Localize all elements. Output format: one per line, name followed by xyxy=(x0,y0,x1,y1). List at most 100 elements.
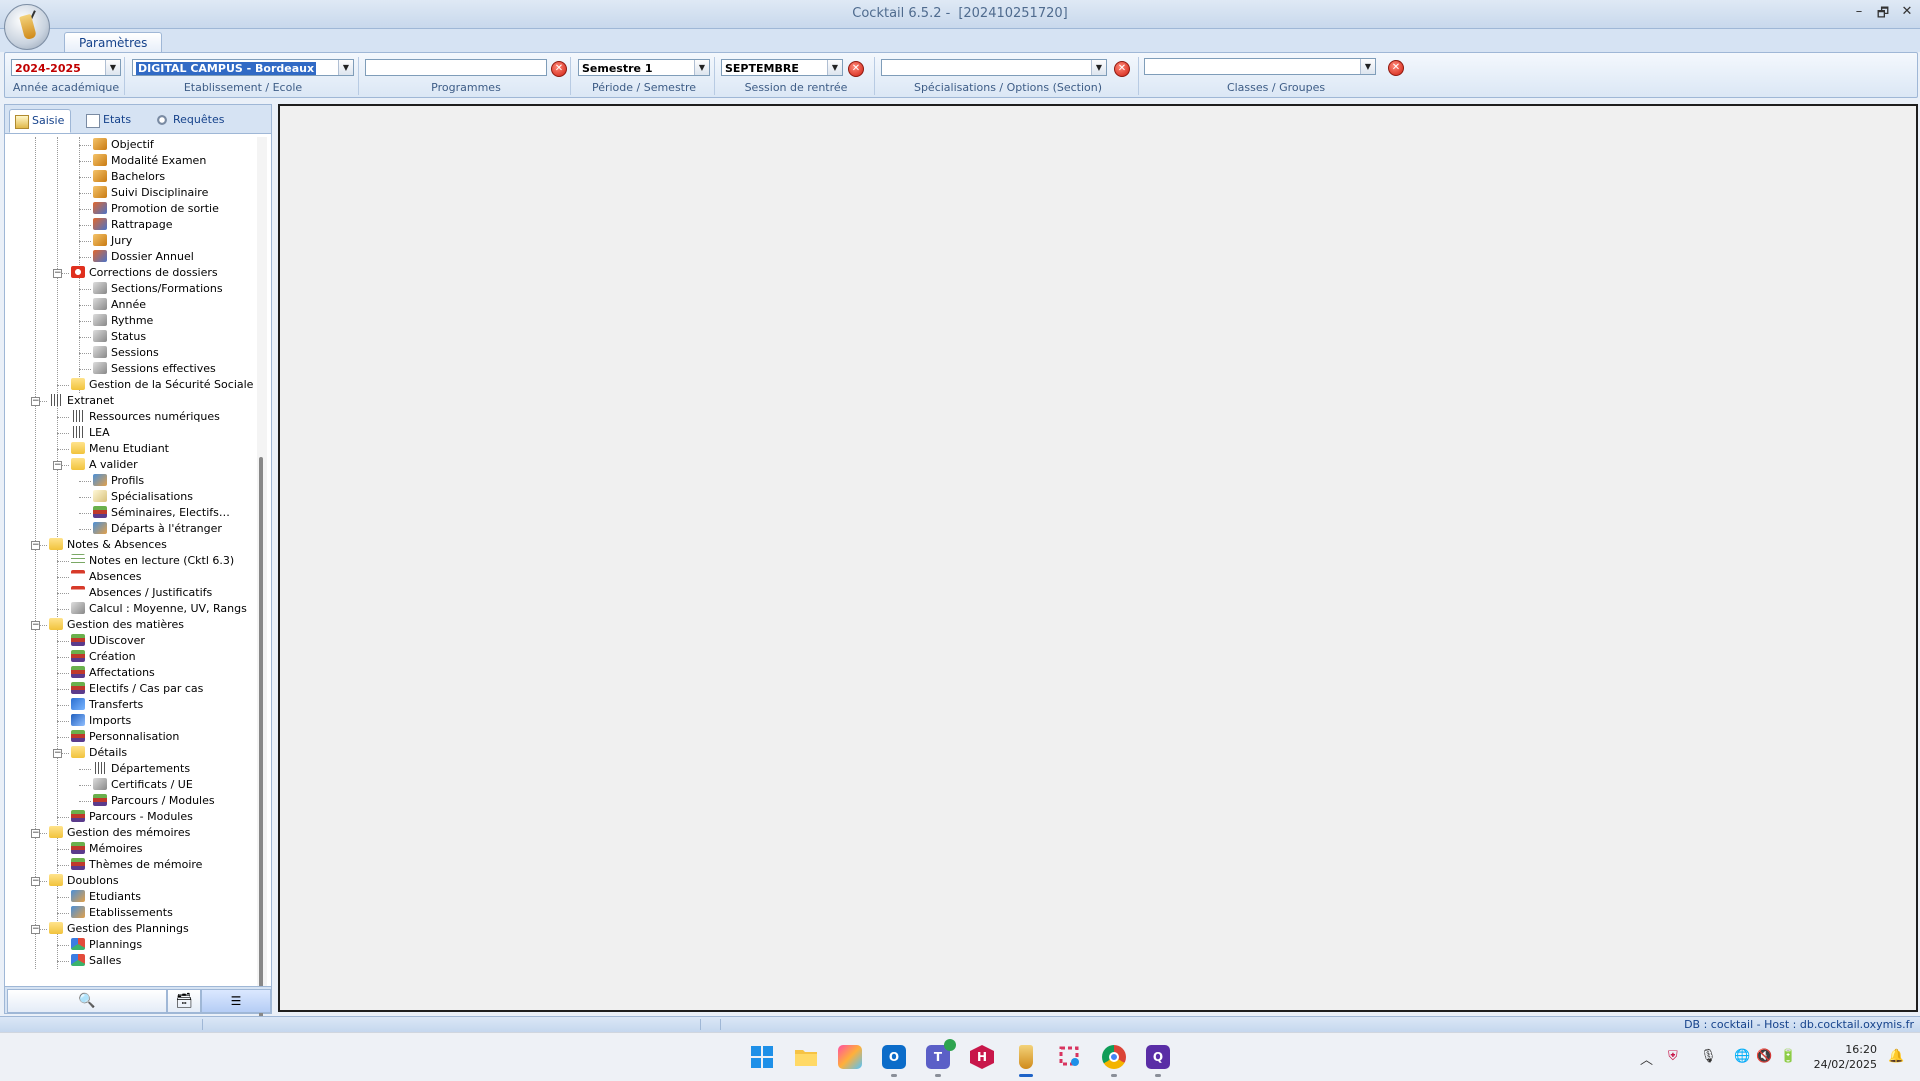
tree-item[interactable]: Détails xyxy=(71,745,127,761)
annee-academique-select[interactable]: 2024-2025 ▼ xyxy=(11,59,121,76)
tree-scrollbar[interactable] xyxy=(257,137,267,1067)
tree-item[interactable]: Sessions xyxy=(93,345,159,361)
tree-item[interactable]: Plannings xyxy=(71,937,142,953)
classes-select[interactable]: ▼ xyxy=(1144,58,1376,75)
etablissement-select[interactable]: DIGITAL CAMPUS - Bordeaux ▼ xyxy=(132,59,354,76)
tree-item[interactable]: Etablissements xyxy=(71,905,173,921)
tree-item[interactable]: Parcours - Modules xyxy=(71,809,193,825)
programmes-input[interactable] xyxy=(365,59,547,76)
tree-item[interactable]: Année xyxy=(93,297,146,313)
chevron-down-icon[interactable]: ▼ xyxy=(105,60,120,75)
tree-item[interactable]: Rythme xyxy=(93,313,153,329)
tree-item[interactable]: Notes en lecture (Cktl 6.3) xyxy=(71,553,234,569)
tree-expander-collapse[interactable]: − xyxy=(53,269,62,278)
tree-item[interactable]: Rattrapage xyxy=(93,217,173,233)
clear-session-button[interactable]: ✕ xyxy=(848,61,864,77)
chrome-icon[interactable] xyxy=(1102,1045,1126,1077)
tree-item[interactable]: Calcul : Moyenne, UV, Rangs xyxy=(71,601,247,617)
archive-button[interactable]: 🗃 xyxy=(167,989,201,1013)
tree-item[interactable]: Affectations xyxy=(71,665,155,681)
restore-button[interactable]: 🗗 xyxy=(1876,4,1890,26)
tree-item[interactable]: Corrections de dossiers xyxy=(71,265,218,281)
tree-item[interactable]: Personnalisation xyxy=(71,729,179,745)
security-tray-icon[interactable]: ⛨ xyxy=(1668,1049,1678,1064)
clear-classes-button[interactable]: ✕ xyxy=(1388,60,1404,76)
tree-item[interactable]: Promotion de sortie xyxy=(93,201,219,217)
q-app-icon[interactable]: Q xyxy=(1146,1045,1170,1077)
tree-item[interactable]: A valider xyxy=(71,457,138,473)
chevron-down-icon[interactable]: ▼ xyxy=(694,60,709,75)
chevron-down-icon[interactable]: ▼ xyxy=(1360,59,1375,74)
tree-expander-collapse[interactable]: − xyxy=(31,397,40,406)
tree-item[interactable]: Salles xyxy=(71,953,121,969)
tree-item[interactable]: Absences / Justificatifs xyxy=(71,585,212,601)
snipping-tool-icon[interactable] xyxy=(1058,1045,1082,1069)
tree-item[interactable]: Thèmes de mémoire xyxy=(71,857,202,873)
teams-icon[interactable]: T xyxy=(926,1039,956,1077)
tree-item[interactable]: Electifs / Cas par cas xyxy=(71,681,203,697)
notification-bell-icon[interactable]: 🔔 xyxy=(1888,1049,1904,1064)
network-globe-icon[interactable]: 🌐 xyxy=(1734,1049,1750,1064)
minimize-button[interactable]: – xyxy=(1852,4,1866,26)
clear-programmes-button[interactable]: ✕ xyxy=(551,61,567,77)
tree-item[interactable]: Suivi Disciplinaire xyxy=(93,185,208,201)
tree-item[interactable]: Objectif xyxy=(93,137,154,153)
chevron-up-icon[interactable]: ︿ xyxy=(1640,1049,1653,1068)
tab-etats[interactable]: Etats xyxy=(81,109,137,131)
battery-icon[interactable]: 🔋 xyxy=(1780,1049,1796,1064)
search-button[interactable]: 🔍 xyxy=(7,989,167,1013)
tree-item[interactable]: Départements xyxy=(93,761,190,777)
tree-item[interactable]: Spécialisations xyxy=(93,489,193,505)
photos-icon[interactable] xyxy=(838,1045,862,1069)
close-button[interactable]: ✕ xyxy=(1900,4,1914,26)
tree-item[interactable]: Extranet xyxy=(49,393,114,409)
periode-select[interactable]: Semestre 1 ▼ xyxy=(578,59,710,76)
app-logo-button[interactable] xyxy=(4,4,50,50)
tree-item[interactable]: Gestion de la Sécurité Sociale xyxy=(71,377,253,393)
tree-item[interactable]: UDiscover xyxy=(71,633,145,649)
tree-expander-collapse[interactable]: − xyxy=(53,749,62,758)
tree-item[interactable]: Etudiants xyxy=(71,889,141,905)
tree-item[interactable]: LEA xyxy=(71,425,110,441)
tree-scrollbar-thumb[interactable] xyxy=(259,457,263,1067)
tree-item[interactable]: Jury xyxy=(93,233,132,249)
chevron-down-icon[interactable]: ▼ xyxy=(1091,60,1106,75)
tree-item[interactable]: Parcours / Modules xyxy=(93,793,215,809)
tree-item[interactable]: Menu Etudiant xyxy=(71,441,169,457)
tree-item[interactable]: Notes & Absences xyxy=(49,537,167,553)
tree-item[interactable]: Dossier Annuel xyxy=(93,249,194,265)
tree-item[interactable]: Status xyxy=(93,329,146,345)
tree-expander-collapse[interactable]: − xyxy=(53,461,62,470)
tab-parametres[interactable]: Paramètres xyxy=(64,32,163,53)
microphone-icon[interactable]: 🎙 xyxy=(1700,1049,1717,1064)
list-view-button[interactable]: ☰ xyxy=(201,989,271,1013)
file-explorer-icon[interactable] xyxy=(794,1045,818,1069)
tree-expander-collapse[interactable]: − xyxy=(31,925,40,934)
tree-item[interactable]: Sessions effectives xyxy=(93,361,216,377)
tree-item[interactable]: Sections/Formations xyxy=(93,281,223,297)
tree-item[interactable]: Bachelors xyxy=(93,169,165,185)
specialisations-select[interactable]: ▼ xyxy=(881,59,1107,76)
tree-item[interactable]: Gestion des Plannings xyxy=(49,921,189,937)
tree-item[interactable]: Séminaires, Electifs… xyxy=(93,505,230,521)
tree-item[interactable]: Modalité Examen xyxy=(93,153,206,169)
tree-item[interactable]: Transferts xyxy=(71,697,143,713)
chevron-down-icon[interactable]: ▼ xyxy=(827,60,842,75)
tree-expander-collapse[interactable]: − xyxy=(31,621,40,630)
tree-item[interactable]: Absences xyxy=(71,569,142,585)
tab-saisie[interactable]: Saisie xyxy=(9,109,72,133)
tree-item[interactable]: Mémoires xyxy=(71,841,143,857)
h-app-icon[interactable]: H xyxy=(970,1045,994,1069)
tree-item[interactable]: Création xyxy=(71,649,136,665)
tree-expander-collapse[interactable]: − xyxy=(31,541,40,550)
speaker-muted-icon[interactable]: 🔇 xyxy=(1756,1049,1772,1064)
tree-item[interactable]: Départs à l'étranger xyxy=(93,521,222,537)
clock[interactable]: 16:20 24/02/2025 xyxy=(1814,1042,1877,1072)
cocktail-icon[interactable] xyxy=(1019,1045,1033,1077)
start-icon[interactable] xyxy=(750,1045,774,1069)
tree-item[interactable]: Gestion des mémoires xyxy=(49,825,190,841)
tab-requetes[interactable]: Requêtes xyxy=(151,109,230,131)
session-select[interactable]: SEPTEMBRE ▼ xyxy=(721,59,843,76)
outlook-icon[interactable]: O xyxy=(882,1045,906,1077)
tree-item[interactable]: Imports xyxy=(71,713,131,729)
